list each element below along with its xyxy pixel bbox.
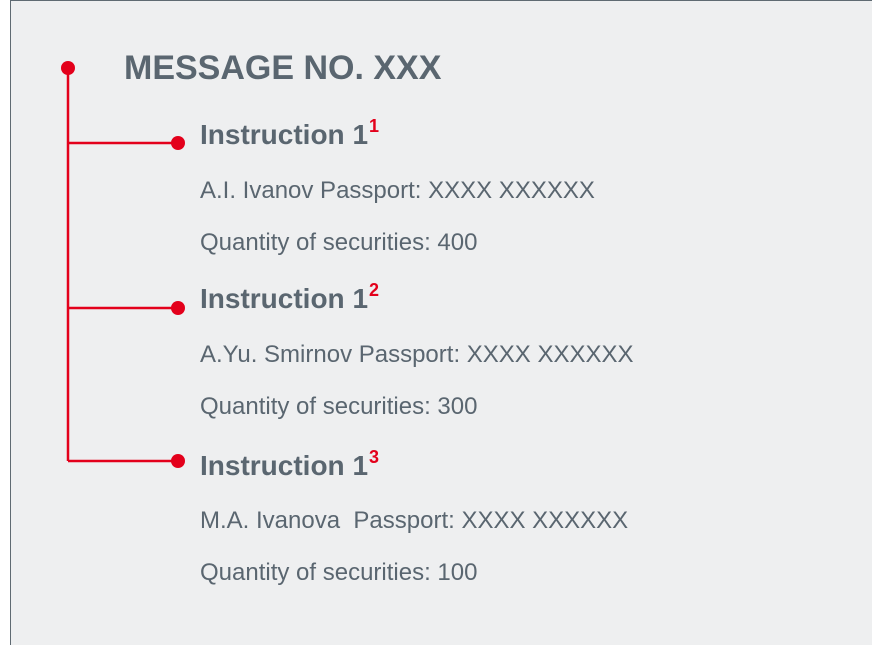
instruction-title-3: Instruction 13 bbox=[200, 446, 380, 483]
diagram-panel bbox=[10, 0, 872, 645]
instruction-title-2: Instruction 12 bbox=[200, 279, 380, 316]
passport-line-2: A.Yu. Smirnov Passport: XXXX XXXXXX bbox=[200, 341, 634, 368]
quantity-line-2: Quantity of securities: 300 bbox=[200, 393, 478, 420]
instruction-label: Instruction 1 bbox=[200, 283, 369, 314]
passport-line-1: A.I. Ivanov Passport: XXXX XXXXXX bbox=[200, 177, 595, 204]
instruction-superscript: 1 bbox=[369, 115, 380, 136]
message-title: MESSAGE NO. XXX bbox=[124, 49, 442, 87]
instruction-label: Instruction 1 bbox=[200, 450, 369, 481]
instruction-title-1: Instruction 11 bbox=[200, 115, 380, 152]
instruction-superscript: 2 bbox=[369, 279, 380, 300]
passport-line-3: M.A. Ivanova Passport: XXXX XXXXXX bbox=[200, 507, 629, 534]
instruction-label: Instruction 1 bbox=[200, 119, 369, 150]
quantity-line-1: Quantity of securities: 400 bbox=[200, 229, 478, 256]
instruction-superscript: 3 bbox=[369, 446, 380, 467]
quantity-line-3: Quantity of securities: 100 bbox=[200, 559, 478, 586]
